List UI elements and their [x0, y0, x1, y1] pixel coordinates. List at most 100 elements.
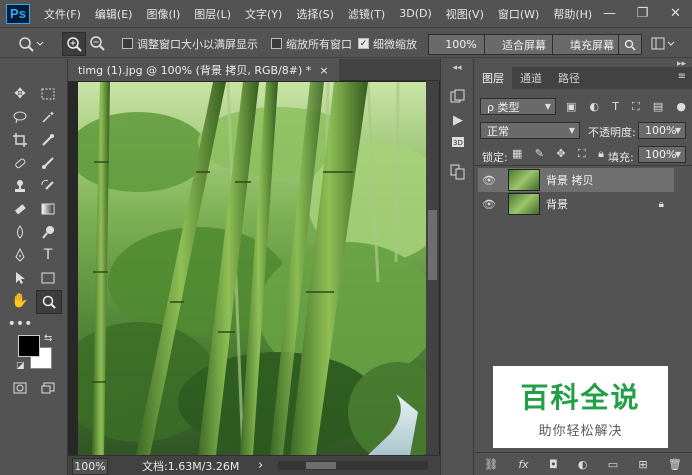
move-tool-icon[interactable]: ✥ — [8, 83, 32, 105]
watermark-overlay: 百科全说 助你轻松解决 — [493, 366, 668, 448]
fill-field[interactable]: 100% ▼ — [638, 146, 686, 163]
zoom-all-option[interactable]: 缩放所有窗口 — [271, 34, 352, 53]
collapse-dock-icon[interactable]: ◂◂ — [443, 63, 471, 75]
actions-play-icon[interactable]: ▶ — [448, 111, 468, 129]
close-icon[interactable]: ✕ — [659, 0, 692, 27]
filter-shape-icon[interactable]: ⛶ — [632, 100, 640, 114]
status-arrow-icon[interactable]: › — [258, 458, 263, 473]
eyedropper-tool-icon[interactable] — [36, 129, 60, 151]
horizontal-scrollbar[interactable] — [278, 461, 428, 470]
lock-transparent-icon[interactable]: ▦ — [512, 147, 522, 161]
vertical-scroll-thumb[interactable] — [428, 210, 437, 280]
restore-icon[interactable]: ❐ — [626, 0, 659, 27]
workspace-switcher[interactable] — [651, 34, 677, 53]
zoom-tool-preset[interactable] — [18, 34, 44, 53]
layer-name: 背景 — [546, 198, 568, 211]
gradient-tool-icon[interactable] — [36, 198, 60, 220]
zoom-all-checkbox[interactable] — [271, 38, 282, 49]
blur-tool-icon[interactable] — [8, 221, 32, 243]
dodge-tool-icon[interactable] — [36, 221, 60, 243]
type-tool-icon[interactable]: T — [36, 244, 60, 266]
trash-icon[interactable]: 🗑︎ — [668, 458, 682, 471]
pen-tool-icon[interactable] — [8, 244, 32, 266]
crop-tool-icon[interactable] — [8, 129, 32, 151]
menu-image[interactable]: 图像(I) — [146, 6, 180, 22]
status-zoom-field[interactable]: 100% — [72, 458, 108, 475]
magic-wand-tool-icon[interactable]: ✦ — [36, 106, 60, 128]
menu-view[interactable]: 视图(V) — [446, 6, 484, 22]
lock-label: 锁定: — [482, 151, 508, 164]
link-icon[interactable]: ⛓ — [484, 458, 498, 471]
layer-filter-dropdown[interactable]: ρ 类型 ▼ — [480, 98, 556, 115]
menu-select[interactable]: 选择(S) — [296, 6, 334, 22]
rectangle-tool-icon[interactable] — [36, 267, 60, 289]
lock-position-icon[interactable]: ✥ — [556, 147, 565, 161]
lock-artboard-icon[interactable]: ⛶ — [578, 147, 586, 161]
menu-layer[interactable]: 图层(L) — [194, 6, 231, 22]
panel-menu-icon[interactable]: ≡ — [678, 71, 686, 82]
close-tab-icon[interactable]: × — [319, 64, 328, 77]
menu-type[interactable]: 文字(Y) — [245, 6, 282, 22]
tab-layers[interactable]: 图层 — [474, 67, 512, 89]
path-selection-tool-icon[interactable] — [8, 267, 32, 289]
filter-pixel-icon[interactable]: ▣ — [566, 100, 576, 113]
resize-windows-checkbox[interactable] — [122, 38, 133, 49]
mask-icon[interactable]: ◘ — [549, 458, 558, 471]
scrubby-zoom-option[interactable]: ✓ 细微缩放 — [358, 34, 417, 53]
filter-smart-object-icon[interactable]: ▤ — [653, 100, 663, 113]
menu-edit[interactable]: 编辑(E) — [95, 6, 133, 22]
menu-help[interactable]: 帮助(H) — [553, 6, 592, 22]
eraser-tool-icon[interactable] — [8, 198, 32, 220]
visibility-eye-icon[interactable]: 👁︎ — [478, 198, 500, 211]
hand-tool-icon[interactable]: ✋ — [8, 290, 32, 312]
lock-all-icon[interactable]: 🔒︎ — [598, 147, 604, 161]
blend-mode-dropdown[interactable]: 正常 ▼ — [480, 122, 580, 139]
swap-colors-icon[interactable]: ⇆ — [44, 333, 52, 344]
brush-tool-icon[interactable] — [36, 152, 60, 174]
marquee-tool-icon[interactable] — [36, 83, 60, 105]
properties-panel-icon[interactable] — [448, 163, 468, 181]
document-tab[interactable]: timg (1).jpg @ 100% (背景 拷贝, RGB/8#) * × — [68, 59, 339, 81]
filter-type-icon[interactable]: T — [612, 100, 619, 113]
history-panel-icon[interactable] — [448, 87, 468, 105]
layer-row-background[interactable]: 👁︎ 背景 🔒︎ — [478, 192, 674, 216]
filter-toggle-icon[interactable]: ● — [676, 100, 686, 113]
history-brush-tool-icon[interactable] — [36, 175, 60, 197]
quick-mask-icon[interactable] — [8, 377, 32, 399]
screen-mode-icon[interactable] — [36, 377, 60, 399]
more-tools-icon[interactable]: ••• — [8, 313, 33, 335]
tab-paths[interactable]: 路径 — [550, 67, 588, 89]
search-button[interactable] — [618, 34, 642, 55]
menu-3d[interactable]: 3D(D) — [399, 7, 432, 20]
lasso-tool-icon[interactable] — [8, 106, 32, 128]
zoom-icon — [42, 295, 56, 309]
minimize-icon[interactable]: — — [593, 0, 626, 27]
bamboo-forest-image[interactable] — [78, 82, 426, 455]
opacity-field[interactable]: 100% ▼ — [638, 122, 686, 139]
tab-channels[interactable]: 通道 — [512, 67, 550, 89]
adjustment-icon[interactable]: ◐ — [578, 458, 588, 471]
default-colors-icon[interactable]: ◪ — [16, 361, 25, 371]
horizontal-scroll-thumb[interactable] — [306, 462, 336, 469]
lock-pixels-icon[interactable]: ✎ — [535, 147, 544, 161]
scrubby-zoom-checkbox[interactable]: ✓ — [358, 38, 369, 49]
menu-filter[interactable]: 滤镜(T) — [348, 6, 385, 22]
visibility-eye-icon[interactable]: 👁︎ — [478, 174, 500, 187]
group-icon[interactable]: ▭ — [608, 458, 618, 471]
menu-file[interactable]: 文件(F) — [44, 6, 81, 22]
filter-adjustment-icon[interactable]: ◐ — [590, 100, 600, 113]
zoom-in-button[interactable] — [62, 32, 86, 56]
resize-windows-option[interactable]: 调整窗口大小以满屏显示 — [122, 34, 258, 53]
zoom-tool-button[interactable] — [36, 290, 62, 314]
new-layer-icon[interactable]: ⊞ — [638, 458, 647, 471]
clone-stamp-tool-icon[interactable] — [8, 175, 32, 197]
options-bar: 调整窗口大小以满屏显示 缩放所有窗口 ✓ 细微缩放 100% 适合屏幕 填充屏幕 — [0, 27, 692, 58]
menu-window[interactable]: 窗口(W) — [498, 6, 539, 22]
3d-panel-icon[interactable]: 3D — [448, 133, 468, 151]
layer-row-background-copy[interactable]: 👁︎ 背景 拷贝 — [478, 168, 674, 192]
layers-footer: ⛓ fx ◘ ◐ ▭ ⊞ 🗑︎ — [474, 452, 692, 475]
healing-brush-tool-icon[interactable] — [8, 152, 32, 174]
zoom-out-button[interactable] — [86, 32, 108, 54]
layer-name: 背景 拷贝 — [546, 174, 594, 187]
fx-icon[interactable]: fx — [518, 458, 528, 471]
